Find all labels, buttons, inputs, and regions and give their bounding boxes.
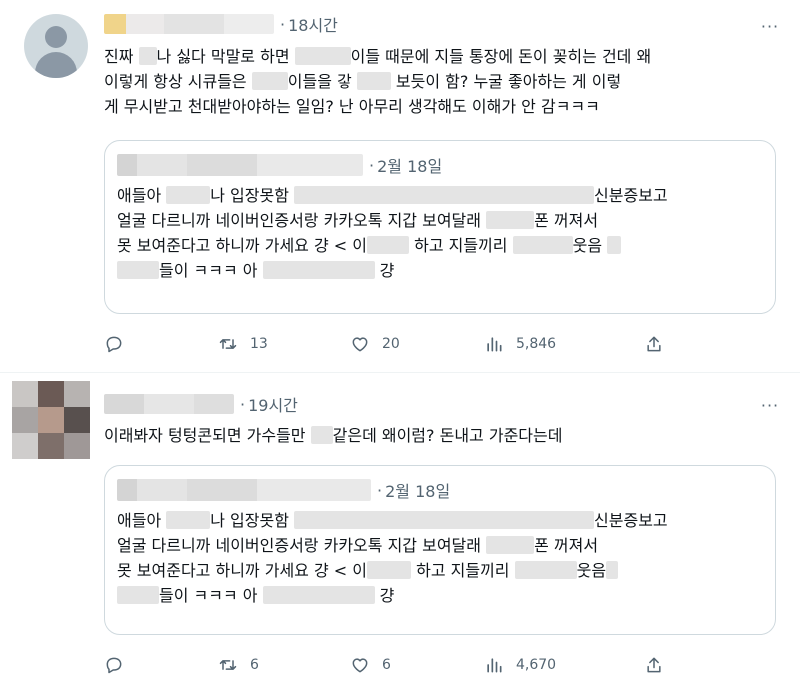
views-button[interactable]: 5,846 bbox=[484, 334, 556, 354]
retweet-icon bbox=[219, 339, 237, 349]
quote-text: 애들아 나 입장못함 신분증보고 얼굴 다르니까 네이버인증서랑 카카오톡 지갑… bbox=[117, 183, 668, 283]
quoted-tweet[interactable]: · 2월 18일 애들아 나 입장못함 신분증보고 얼굴 다르니까 네이버인증서… bbox=[104, 140, 776, 314]
redaction bbox=[486, 536, 535, 554]
tweet-text-line: 이렇게 항상 시큐들은 이들을 갛 보듯이 함? 누굴 좋아하는 게 이렇 bbox=[104, 72, 622, 91]
separator: · bbox=[377, 480, 383, 500]
like-icon bbox=[352, 658, 368, 673]
reply-icon bbox=[106, 657, 122, 674]
quote-text-line: 얼굴 다르니까 네이버인증서랑 카카오톡 지갑 보여달래 폰 꺼져서 bbox=[117, 536, 599, 555]
redaction bbox=[166, 511, 211, 529]
avatar[interactable] bbox=[12, 381, 90, 459]
quote-header: · 2월 18일 bbox=[117, 478, 450, 502]
share-button[interactable] bbox=[644, 334, 676, 354]
redaction bbox=[294, 186, 595, 204]
separator: · bbox=[369, 155, 375, 175]
redaction bbox=[310, 426, 333, 444]
redaction bbox=[294, 47, 351, 65]
retweet-icon bbox=[219, 660, 237, 670]
quote-text-line: 애들아 나 입장못함 신분증보고 bbox=[117, 186, 668, 205]
quote-header: · 2월 18일 bbox=[117, 153, 442, 177]
redaction bbox=[117, 586, 159, 604]
redacted-username[interactable] bbox=[104, 394, 234, 414]
redaction bbox=[251, 72, 288, 90]
tweet-text-line: 이래봐자 텅텅콘되면 가수들만 같은데 왜이럼? 돈내고 가준다는데 bbox=[104, 426, 563, 445]
timestamp[interactable]: 19시간 bbox=[248, 392, 298, 416]
quote-text-line: 들이 ㅋㅋㅋ 아 걍 bbox=[117, 583, 668, 608]
share-button[interactable] bbox=[644, 655, 676, 675]
tweet-text: 이래봐자 텅텅콘되면 가수들만 같은데 왜이럼? 돈내고 가준다는데 bbox=[104, 423, 562, 448]
redaction bbox=[117, 261, 159, 279]
redaction bbox=[262, 261, 375, 279]
reply-button[interactable] bbox=[104, 655, 136, 675]
like-icon bbox=[352, 337, 368, 352]
redaction bbox=[367, 561, 412, 579]
quote-text-line: 들이 ㅋㅋㅋ 아 걍 bbox=[117, 258, 668, 283]
tweet-text-line: 진짜 나 싫다 막말로 하면 이들 때문에 지들 통장에 돈이 꽂히는 건데 왜 bbox=[104, 47, 652, 66]
share-icon bbox=[647, 657, 661, 673]
default-avatar-body bbox=[35, 52, 77, 78]
views-icon bbox=[487, 337, 502, 352]
separator: · bbox=[240, 394, 246, 414]
quote-date: 2월 18일 bbox=[385, 482, 451, 501]
more-icon[interactable]: ··· bbox=[758, 393, 782, 417]
default-avatar-head bbox=[45, 26, 67, 48]
redaction bbox=[356, 72, 391, 90]
quote-date: 2월 18일 bbox=[377, 157, 443, 176]
redacted-username[interactable] bbox=[104, 14, 274, 34]
quote-text-line: 못 보여준다고 하니까 가세요 걍 < 이 하고 지들끼리 웃음 bbox=[117, 233, 668, 258]
redaction bbox=[606, 561, 619, 579]
separator: · bbox=[280, 14, 286, 34]
reply-icon bbox=[106, 336, 122, 353]
timestamp[interactable]: 18시간 bbox=[288, 12, 338, 36]
redaction bbox=[367, 236, 410, 254]
more-icon[interactable]: ··· bbox=[758, 14, 782, 38]
like-button[interactable]: 6 bbox=[350, 655, 391, 675]
redaction bbox=[138, 47, 157, 65]
quote-text-line: 애들아 나 입장못함 신분증보고 bbox=[117, 511, 668, 530]
redaction bbox=[262, 586, 375, 604]
views-icon bbox=[487, 658, 502, 673]
avatar[interactable] bbox=[24, 14, 88, 78]
redaction bbox=[512, 236, 573, 254]
tweet-header: · 19시간 bbox=[104, 392, 298, 416]
redaction bbox=[607, 236, 622, 254]
like-button[interactable]: 20 bbox=[350, 334, 400, 354]
redaction bbox=[486, 211, 535, 229]
tweet-text: 진짜 나 싫다 막말로 하면 이들 때문에 지들 통장에 돈이 꽂히는 건데 왜… bbox=[104, 44, 651, 119]
quote-text-line: 못 보여준다고 하니까 가세요 걍 < 이 하고 지들끼리 웃음 bbox=[117, 558, 668, 583]
tweet[interactable]: · 19시간 ··· 이래봐자 텅텅콘되면 가수들만 같은데 왜이럼? 돈내고 … bbox=[0, 373, 800, 695]
redacted-username bbox=[117, 154, 363, 176]
redacted-username bbox=[117, 479, 371, 501]
share-icon bbox=[647, 336, 661, 352]
tweet-text-line: 게 무시받고 천대받아야하는 일임? 난 아무리 생각해도 이해가 안 감ㅋㅋㅋ bbox=[104, 97, 600, 116]
retweet-button[interactable]: 6 bbox=[218, 655, 259, 675]
tweet-header: · 18시간 bbox=[104, 12, 338, 36]
tweet[interactable]: · 18시간 ··· 진짜 나 싫다 막말로 하면 이들 때문에 지들 통장에 … bbox=[0, 0, 800, 373]
retweet-button[interactable]: 13 bbox=[218, 334, 268, 354]
redaction bbox=[514, 561, 577, 579]
quote-text: 애들아 나 입장못함 신분증보고 얼굴 다르니까 네이버인증서랑 카카오톡 지갑… bbox=[117, 508, 668, 608]
redaction bbox=[294, 511, 595, 529]
redaction bbox=[166, 186, 211, 204]
views-button[interactable]: 4,670 bbox=[484, 655, 556, 675]
quoted-tweet[interactable]: · 2월 18일 애들아 나 입장못함 신분증보고 얼굴 다르니까 네이버인증서… bbox=[104, 465, 776, 635]
reply-button[interactable] bbox=[104, 334, 136, 354]
quote-text-line: 얼굴 다르니까 네이버인증서랑 카카오톡 지갑 보여달래 폰 꺼져서 bbox=[117, 211, 599, 230]
